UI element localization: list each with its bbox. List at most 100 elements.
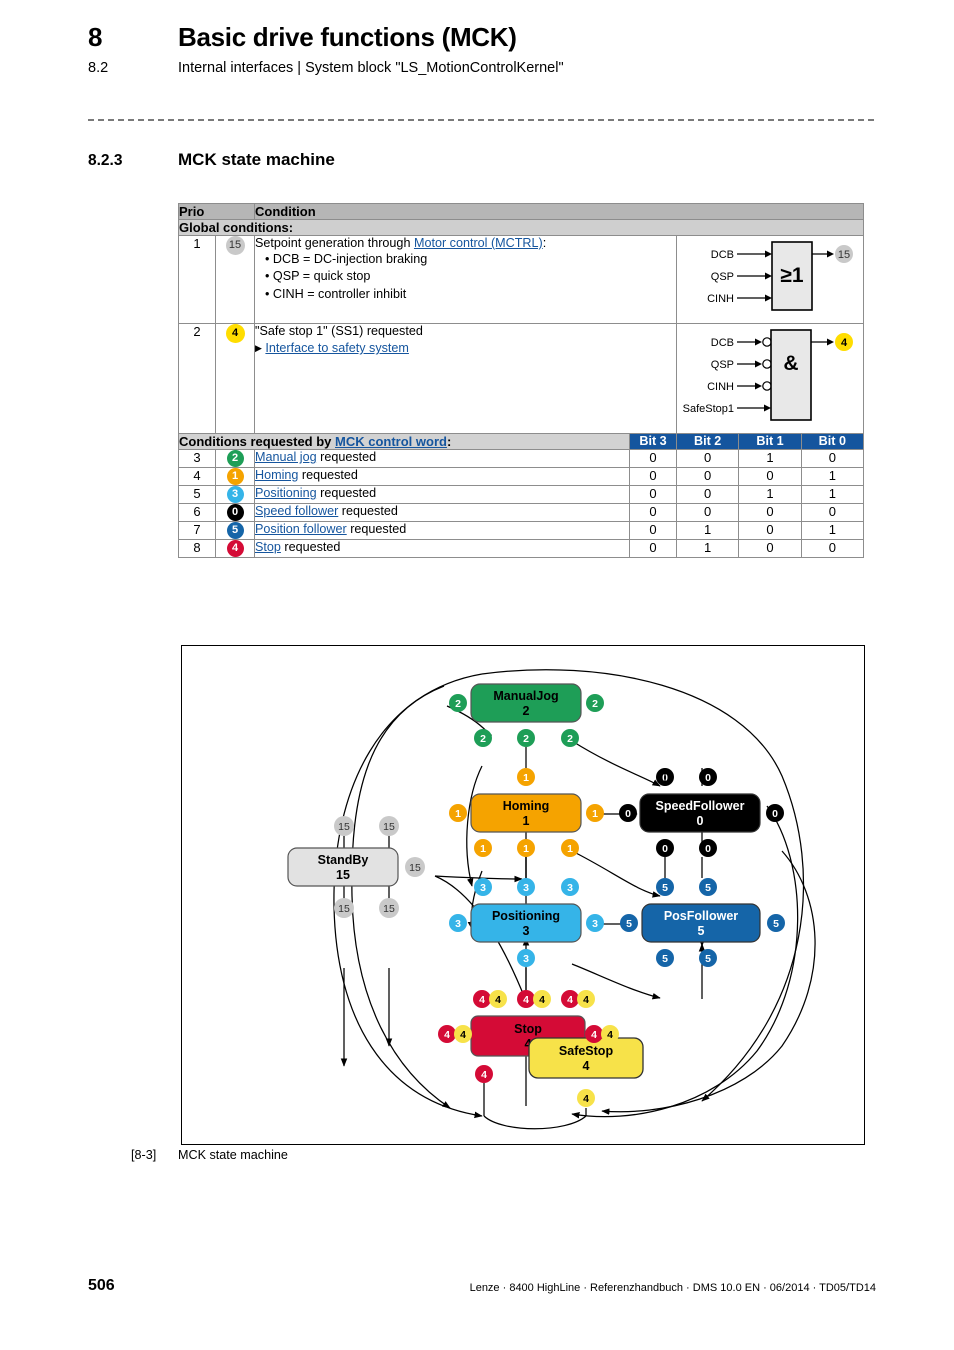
link-stop[interactable]: Stop	[255, 540, 281, 554]
cell-bit2: 0	[675, 467, 740, 486]
node-label: Stop	[514, 1022, 542, 1036]
gate-output-label: 4	[841, 337, 848, 349]
cell-bit0: 1	[800, 521, 865, 540]
table-row: 6 0 Speed follower requested 0 0 0 0	[178, 503, 865, 522]
link-manual-jog[interactable]: Manual jog	[255, 450, 317, 464]
link-motor-control[interactable]: Motor control (MCTRL)	[414, 236, 543, 250]
svg-text:15: 15	[383, 903, 395, 915]
svg-text:5: 5	[705, 882, 711, 894]
table-row: 4 1 Homing requested 0 0 0 1	[178, 467, 865, 486]
cell-prio: 6	[178, 503, 216, 522]
svg-text:0: 0	[705, 843, 711, 855]
svg-text:5: 5	[705, 953, 711, 965]
cell-condition-text: Manual jog requested	[254, 449, 630, 468]
col-header-bit2: Bit 2	[675, 433, 740, 450]
state-badge-3: 3	[226, 486, 244, 503]
gate-input-label: QSP	[711, 271, 734, 283]
condition-rest: requested	[346, 522, 407, 536]
cell-bit3: 0	[629, 521, 677, 540]
cell-state-badge: 4	[215, 323, 255, 434]
state-node-safestop[interactable]: SafeStop 4	[528, 1037, 644, 1079]
state-node-standby[interactable]: StandBy 15	[287, 847, 399, 887]
state-node-posfollower[interactable]: PosFollower 5	[641, 903, 761, 943]
node-label: SafeStop	[559, 1044, 614, 1058]
condition-rest: requested	[316, 450, 377, 464]
link-mck-control-word[interactable]: MCK control word	[335, 434, 447, 449]
link-positioning[interactable]: Positioning	[255, 486, 317, 500]
table-header-row: Prio Condition	[178, 203, 864, 220]
transition-curves	[434, 705, 661, 1002]
state-node-manualjog[interactable]: ManualJog 2	[470, 683, 582, 723]
cell-state-badge: 0	[215, 503, 255, 522]
link-speed-follower[interactable]: Speed follower	[255, 504, 338, 518]
svg-text:0: 0	[772, 808, 778, 820]
cell-bit1: 0	[738, 467, 802, 486]
node-state: 1	[523, 814, 530, 828]
cell-bit3: 0	[629, 485, 677, 504]
state-badge-1: 1	[226, 468, 244, 485]
svg-text:4: 4	[591, 1029, 597, 1041]
cell-state-badge: 15	[215, 235, 255, 324]
state-node-positioning[interactable]: Positioning 3	[470, 903, 582, 943]
chapter-number: 8	[88, 22, 103, 52]
svg-text:1: 1	[523, 772, 529, 784]
gate-input-label: DCB	[711, 337, 734, 349]
header-sub-row: 8.2 Internal interfaces | System block "…	[88, 60, 878, 76]
svg-text:0: 0	[662, 843, 668, 855]
section-number: 8.2.3	[88, 152, 123, 169]
svg-text:4: 4	[479, 994, 485, 1006]
condition-rest: requested	[298, 468, 358, 482]
state-node-homing[interactable]: Homing 1	[470, 793, 582, 833]
col-header-bit0: Bit 0	[800, 433, 865, 450]
svg-text:1: 1	[455, 808, 461, 820]
bullet-item: • CINH = controller inhibit	[265, 286, 407, 301]
svg-text:5: 5	[662, 882, 668, 894]
cell-bit3: 0	[629, 539, 677, 558]
cell-prio: 2	[178, 323, 216, 434]
svg-text:3: 3	[455, 918, 461, 930]
node-state: 2	[523, 704, 530, 718]
cell-condition-text: Position follower requested	[254, 521, 630, 540]
cell-prio: 5	[178, 485, 216, 504]
cell-prio: 1	[178, 235, 216, 324]
bullet-item: • DCB = DC-injection braking	[265, 252, 428, 266]
chapter-title: Basic drive functions (MCK)	[178, 22, 517, 52]
figure-text: MCK state machine	[178, 1148, 288, 1162]
state-machine-svg: ManualJog 2 Homing 1 SpeedFollower 0 Sta…	[287, 669, 816, 1130]
svg-text:2: 2	[523, 733, 529, 745]
cell-bit0: 1	[800, 485, 865, 504]
svg-text:3: 3	[480, 882, 486, 894]
link-homing[interactable]: Homing	[255, 468, 298, 482]
gate-input-label: CINH	[707, 381, 734, 393]
cell-bit3: 0	[629, 503, 677, 522]
cell-bit0: 0	[800, 503, 865, 522]
cell-prio: 8	[178, 539, 216, 558]
header-main-row: 8 Basic drive functions (MCK)	[88, 22, 878, 53]
svg-text:1: 1	[567, 843, 573, 855]
col-header-bit3: Bit 3	[629, 433, 677, 450]
mck-label-prefix: Conditions requested by	[179, 434, 336, 449]
svg-text:5: 5	[662, 953, 668, 965]
svg-text:4: 4	[460, 1029, 466, 1041]
cell-condition-text: "Safe stop 1" (SS1) requested ▶ Interfac…	[254, 323, 677, 434]
svg-text:2: 2	[567, 733, 573, 745]
table-row: 8 4 Stop requested 0 1 0 0	[178, 539, 865, 558]
mck-label-suffix: :	[446, 434, 452, 449]
cell-prio: 3	[178, 449, 216, 468]
cell-state-badge: 1	[215, 467, 255, 486]
link-interface-safety-system[interactable]: Interface to safety system	[265, 341, 409, 355]
svg-text:3: 3	[567, 882, 573, 894]
link-position-follower[interactable]: Position follower	[255, 522, 347, 536]
svg-text:4: 4	[583, 1093, 589, 1105]
cell-bit1: 1	[738, 449, 802, 468]
cell-bit1: 0	[738, 521, 802, 540]
state-badge-4: 4	[225, 324, 245, 343]
svg-text:4: 4	[539, 994, 545, 1006]
triangle-bullet-icon: ▶	[255, 343, 262, 353]
cell-logic-gate-or: DCB QSP CINH ≥1 15	[676, 235, 864, 324]
global-conditions-label: Global conditions:	[178, 219, 864, 236]
state-node-speedfollower[interactable]: SpeedFollower 0	[639, 793, 761, 833]
col-header-prio: Prio	[178, 203, 255, 220]
gate-symbol: ≥1	[780, 264, 804, 287]
cell-condition-text: Positioning requested	[254, 485, 630, 504]
